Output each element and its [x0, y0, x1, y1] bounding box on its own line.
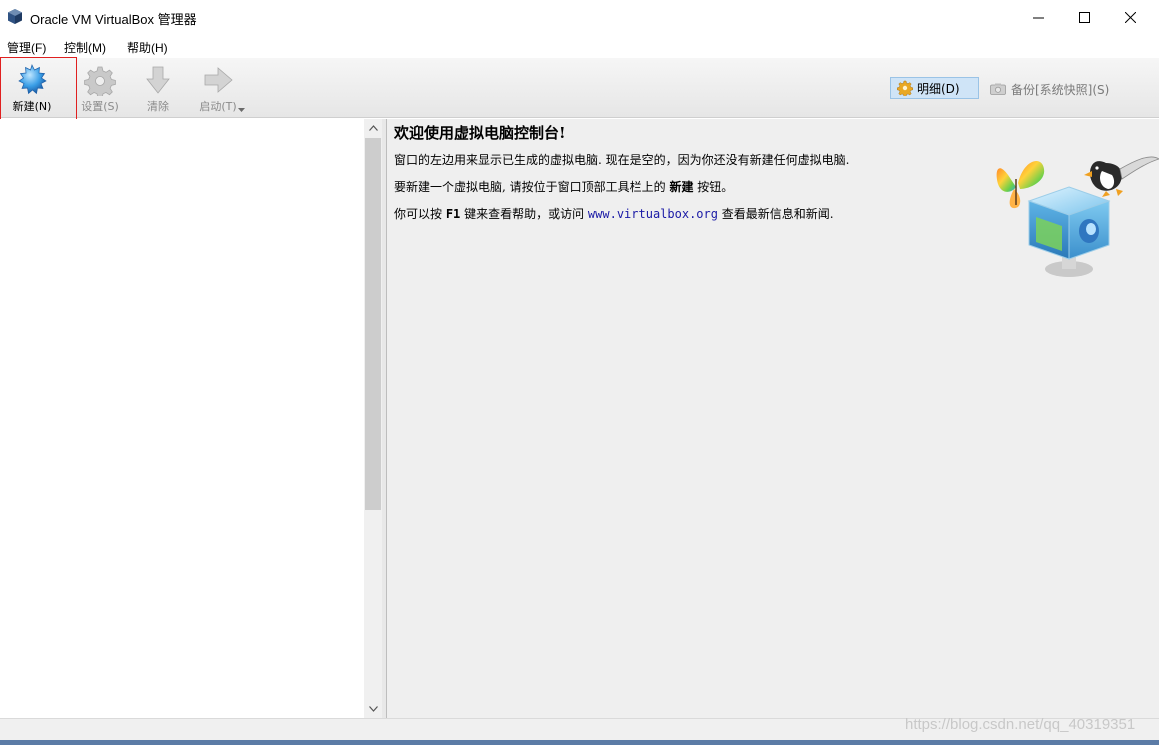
taskbar-strip — [0, 740, 1159, 745]
vm-list-scrollbar[interactable] — [364, 119, 382, 718]
camera-icon — [990, 83, 1006, 95]
virtualbox-link[interactable]: www.virtualbox.org — [588, 207, 718, 221]
scroll-thumb[interactable] — [365, 138, 381, 510]
details-button-label: 明细(D) — [917, 81, 960, 96]
welcome-line-2-pre: 要新建一个虚拟电脑, 请按位于窗口顶部工具栏上的 — [394, 180, 670, 194]
maximize-icon — [1078, 11, 1090, 23]
details-pane: 欢迎使用虚拟电脑控制台! 窗口的左边用来显示已生成的虚拟电脑. 现在是空的，因为… — [387, 119, 1159, 718]
scroll-up-button[interactable] — [364, 119, 382, 137]
minimize-icon — [1032, 17, 1044, 18]
arrow-down-icon — [146, 66, 170, 94]
arrow-right-icon — [204, 67, 233, 93]
settings-button[interactable]: 设置(S) — [72, 64, 128, 116]
minimize-button[interactable] — [1015, 0, 1061, 34]
details-button[interactable]: 明细(D) — [890, 77, 979, 99]
title-bar: Oracle VM VirtualBox 管理器 — [0, 0, 1159, 34]
toolbar: 新建(N) 设置(S) 清除 启动(T) — [0, 58, 1159, 118]
settings-button-label: 设置(S) — [81, 100, 119, 113]
welcome-line-3-mid: 键来查看帮助，或访问 — [460, 207, 588, 221]
maximize-button[interactable] — [1061, 0, 1107, 34]
scroll-down-button[interactable] — [364, 700, 382, 718]
welcome-line-3: 你可以按 F1 键来查看帮助，或访问 www.virtualbox.org 查看… — [394, 205, 834, 222]
chevron-down-icon[interactable] — [238, 108, 245, 113]
welcome-line-2: 要新建一个虚拟电脑, 请按位于窗口顶部工具栏上的 新建 按钮。 — [394, 178, 733, 195]
menu-item-control[interactable]: 控制(M) — [64, 39, 106, 56]
welcome-line-2-post: 按钮。 — [693, 180, 734, 194]
welcome-line-3-post: 查看最新信息和新闻. — [717, 207, 834, 221]
menu-item-manage[interactable]: 管理(F) — [7, 39, 46, 56]
virtualbox-icon — [8, 9, 22, 24]
welcome-line-2-bold: 新建 — [669, 180, 694, 194]
discard-button-label: 清除 — [147, 100, 169, 113]
gear-icon — [897, 80, 913, 96]
menu-bar: 管理(F) 控制(M) 帮助(H) — [0, 34, 1159, 58]
window-title: Oracle VM VirtualBox 管理器 — [30, 12, 197, 27]
virtualbox-logo-illustration — [996, 156, 1159, 277]
snapshots-button[interactable]: 备份[系统快照](S) — [990, 79, 1109, 99]
snapshots-button-label: 备份[系统快照](S) — [1011, 82, 1110, 97]
menu-item-help[interactable]: 帮助(H) — [127, 39, 168, 56]
gear-icon — [84, 66, 116, 96]
welcome-line-1: 窗口的左边用来显示已生成的虚拟电脑. 现在是空的，因为你还没有新建任何虚拟电脑. — [394, 153, 850, 167]
discard-button[interactable]: 清除 — [130, 64, 186, 116]
watermark: https://blog.csdn.net/qq_40319351 — [905, 716, 1136, 733]
close-button[interactable] — [1107, 0, 1153, 34]
chevron-up-icon — [368, 125, 378, 131]
chevron-down-icon — [368, 706, 378, 712]
close-icon — [1124, 11, 1136, 23]
vm-list[interactable] — [0, 119, 364, 718]
welcome-line-3-pre: 你可以按 — [394, 207, 446, 221]
welcome-line-3-key: F1 — [445, 207, 461, 221]
welcome-title: 欢迎使用虚拟电脑控制台! — [394, 124, 566, 142]
start-button[interactable]: 启动(T) — [186, 64, 250, 116]
